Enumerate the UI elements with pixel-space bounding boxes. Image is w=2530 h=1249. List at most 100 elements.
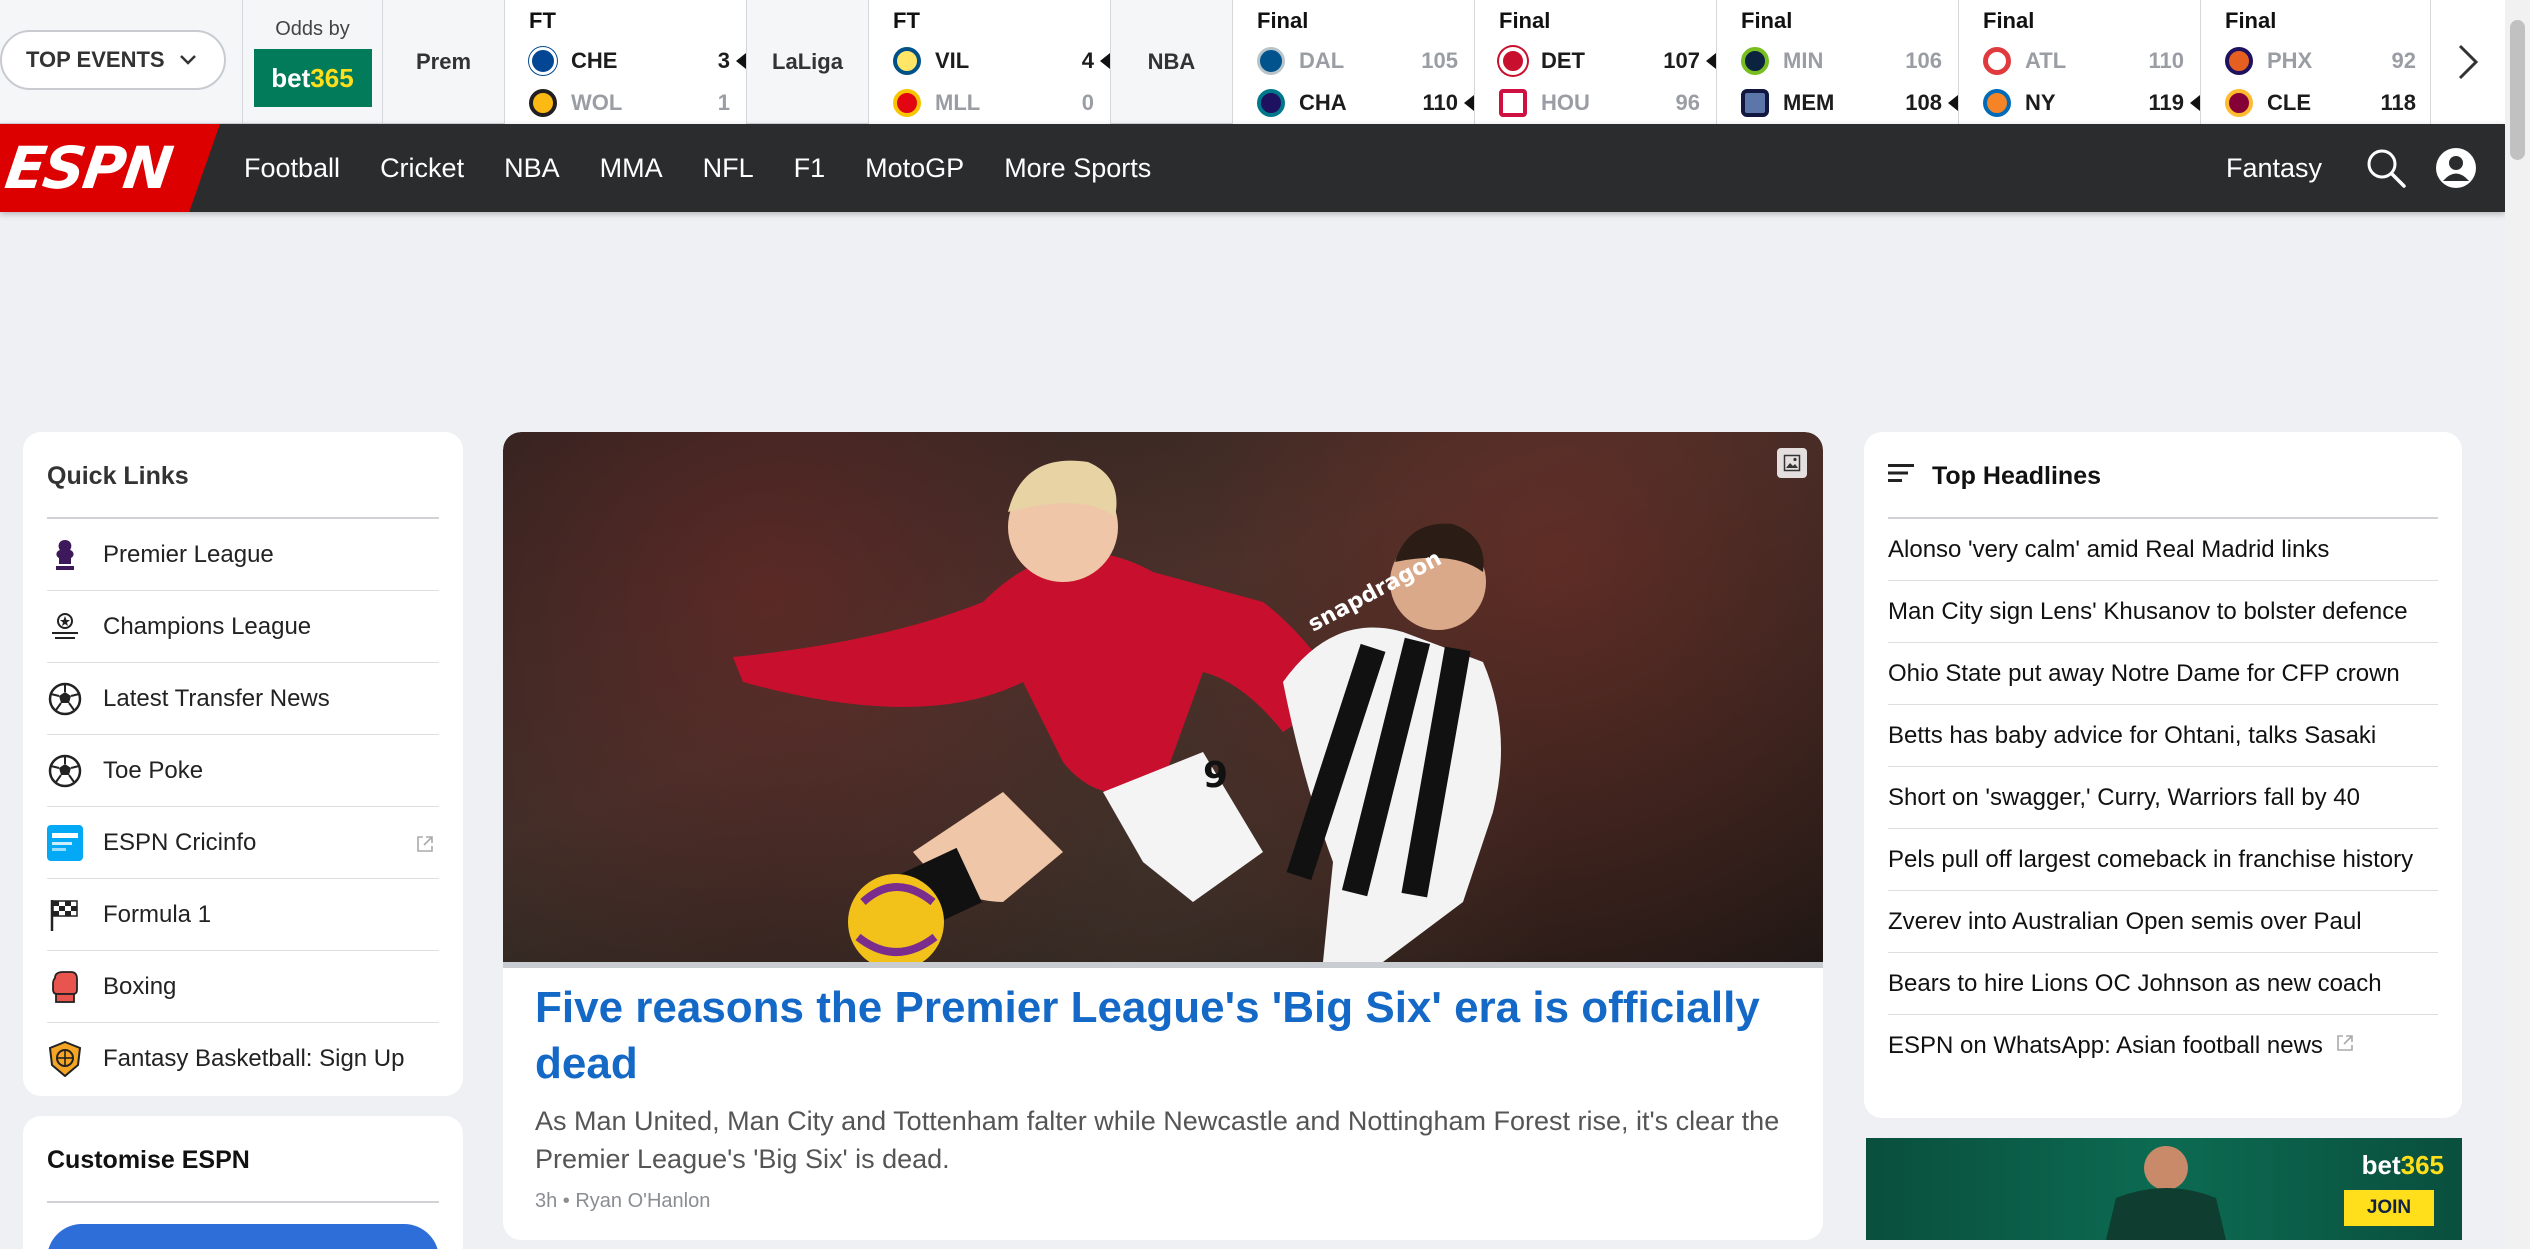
scrollbar-thumb[interactable] [2510, 20, 2525, 160]
odds-provider: Odds by bet 365 [242, 0, 382, 124]
headline-link[interactable]: Betts has baby advice for Ohtani, talks … [1888, 705, 2438, 767]
team-abbr: CLE [2267, 90, 2311, 115]
headline-link[interactable]: Alonso 'very calm' amid Real Madrid link… [1888, 519, 2438, 581]
team-row: MIN 106 [1741, 44, 1942, 78]
winner-arrow-icon [736, 53, 746, 69]
nav-link-football[interactable]: Football [244, 153, 340, 184]
team-logo-icon [893, 47, 921, 75]
headline-link-external[interactable]: ESPN on WhatsApp: Asian football news [1888, 1015, 2438, 1077]
customise-espn-title: Customise ESPN [47, 1146, 439, 1203]
quick-link-label: ESPN Cricinfo [103, 828, 257, 856]
top-headlines-header: Top Headlines [1888, 462, 2438, 519]
bet365-ad-logo: bet365 [2362, 1150, 2444, 1181]
game-card[interactable]: Final PHX 92 CLE 118 [2200, 0, 2430, 124]
league-label-nba[interactable]: NBA [1110, 0, 1232, 124]
nav-link-motogp[interactable]: MotoGP [865, 153, 964, 184]
soccer-ball-icon [47, 681, 83, 717]
quick-link-espn-cricinfo[interactable]: ESPN Cricinfo [47, 807, 439, 879]
winner-arrow-icon [1464, 95, 1474, 111]
headline-link[interactable]: Ohio State put away Notre Dame for CFP c… [1888, 643, 2438, 705]
winner-arrow-icon [1100, 53, 1110, 69]
headline-link[interactable]: Short on 'swagger,' Curry, Warriors fall… [1888, 767, 2438, 829]
team-logo-icon [1741, 89, 1769, 117]
chevron-down-icon [179, 49, 197, 72]
espn-logo[interactable]: ESPN [0, 124, 220, 212]
chevron-right-icon [2458, 44, 2479, 80]
team-row: DAL 105 [1257, 44, 1458, 78]
team-abbr: CHE [571, 48, 618, 73]
page-scrollbar[interactable] [2505, 0, 2530, 1249]
quick-link-champions-league[interactable]: Champions League [47, 591, 439, 663]
league-label-laliga[interactable]: LaLiga [746, 0, 868, 124]
team-row: NY 119 [1983, 86, 2200, 120]
winner-arrow-icon [1948, 95, 1958, 111]
lead-article-card[interactable]: 9 snapdragon Five reasons the Premier Le… [503, 432, 1823, 1240]
nav-link-more-sports[interactable]: More Sports [1004, 153, 1151, 184]
hero-image[interactable]: 9 snapdragon [503, 432, 1823, 962]
quick-link-boxing[interactable]: Boxing [47, 951, 439, 1023]
headline-link-label: ESPN on WhatsApp: Asian football news [1888, 1032, 2323, 1059]
team-logo-icon [893, 89, 921, 117]
quick-link-formula-1[interactable]: Formula 1 [47, 879, 439, 951]
external-link-icon [2335, 1032, 2355, 1060]
team-row: CHE 3 [529, 44, 746, 78]
nav-link-f1[interactable]: F1 [794, 153, 826, 184]
quick-link-fantasy-basketball[interactable]: Fantasy Basketball: Sign Up [47, 1023, 439, 1095]
quick-links-card: Quick Links Premier League Champions Lea… [23, 432, 463, 1096]
quick-link-premier-league[interactable]: Premier League [47, 519, 439, 591]
headline-link[interactable]: Pels pull off largest comeback in franch… [1888, 829, 2438, 891]
quick-link-latest-transfer-news[interactable]: Latest Transfer News [47, 663, 439, 735]
account-icon[interactable] [2434, 146, 2478, 190]
shirt-number: 9 [1203, 755, 1228, 796]
game-status: Final [1983, 8, 2035, 33]
nav-link-nfl[interactable]: NFL [703, 153, 754, 184]
sign-in-button[interactable] [47, 1224, 439, 1249]
customise-espn-card: Customise ESPN [23, 1116, 463, 1249]
game-card[interactable]: FT CHE 3 WOL 1 [504, 0, 746, 124]
fantasy-basketball-icon [47, 1041, 83, 1077]
team-abbr: WOL [571, 90, 623, 115]
bet365-advertisement[interactable]: bet365 JOIN [1866, 1138, 2462, 1240]
team-row: VIL 4 [893, 44, 1110, 78]
team-abbr: DET [1541, 48, 1585, 73]
nav-link-nba[interactable]: NBA [504, 153, 560, 184]
team-abbr: VIL [935, 48, 970, 73]
team-logo-icon [1983, 89, 2011, 117]
external-link-icon [415, 833, 435, 853]
bet365-logo[interactable]: bet 365 [253, 49, 372, 107]
team-logo-icon [1499, 89, 1527, 117]
image-expand-icon[interactable] [1777, 448, 1807, 478]
top-events-label: TOP EVENTS [26, 47, 165, 72]
nav-link-fantasy[interactable]: Fantasy [2226, 124, 2322, 212]
quick-link-label: Premier League [103, 540, 274, 568]
team-logo-icon [2225, 47, 2253, 75]
team-abbr: HOU [1541, 90, 1590, 115]
team-abbr: ATL [2025, 48, 2067, 73]
team-logo-icon [1257, 89, 1285, 117]
game-card[interactable]: Final DET 107 HOU 96 [1474, 0, 1716, 124]
quick-link-toe-poke[interactable]: Toe Poke [47, 735, 439, 807]
nav-links: Football Cricket NBA MMA NFL F1 MotoGP M… [244, 124, 1191, 212]
article-headline[interactable]: Five reasons the Premier League's 'Big S… [535, 980, 1795, 1092]
headline-link[interactable]: Zverev into Australian Open semis over P… [1888, 891, 2438, 953]
team-score: 105 [1421, 48, 1458, 73]
headline-link[interactable]: Bears to hire Lions OC Johnson as new co… [1888, 953, 2438, 1015]
top-events-dropdown[interactable]: TOP EVENTS [0, 30, 226, 90]
team-abbr: PHX [2267, 48, 2313, 73]
game-card[interactable]: FT VIL 4 MLL 0 [868, 0, 1110, 124]
team-abbr: MIN [1783, 48, 1824, 73]
league-label-prem[interactable]: Prem [382, 0, 504, 124]
game-card[interactable]: Final ATL 110 NY 119 [1958, 0, 2200, 124]
scoreboard-next-button[interactable] [2430, 0, 2505, 124]
headline-link[interactable]: Man City sign Lens' Khusanov to bolster … [1888, 581, 2438, 643]
top-headlines-card: Top Headlines Alonso 'very calm' amid Re… [1864, 432, 2462, 1118]
ad-join-button[interactable]: JOIN [2344, 1190, 2434, 1226]
game-card[interactable]: Final MIN 106 MEM 108 [1716, 0, 1958, 124]
game-status: Final [1257, 8, 1309, 33]
ad-brand-main: bet [2361, 1150, 2401, 1180]
search-icon[interactable] [2364, 146, 2408, 190]
team-row: PHX 92 [2225, 44, 2416, 78]
nav-link-mma[interactable]: MMA [600, 153, 663, 184]
game-card[interactable]: Final DAL 105 CHA 110 [1232, 0, 1474, 124]
nav-link-cricket[interactable]: Cricket [380, 153, 464, 184]
